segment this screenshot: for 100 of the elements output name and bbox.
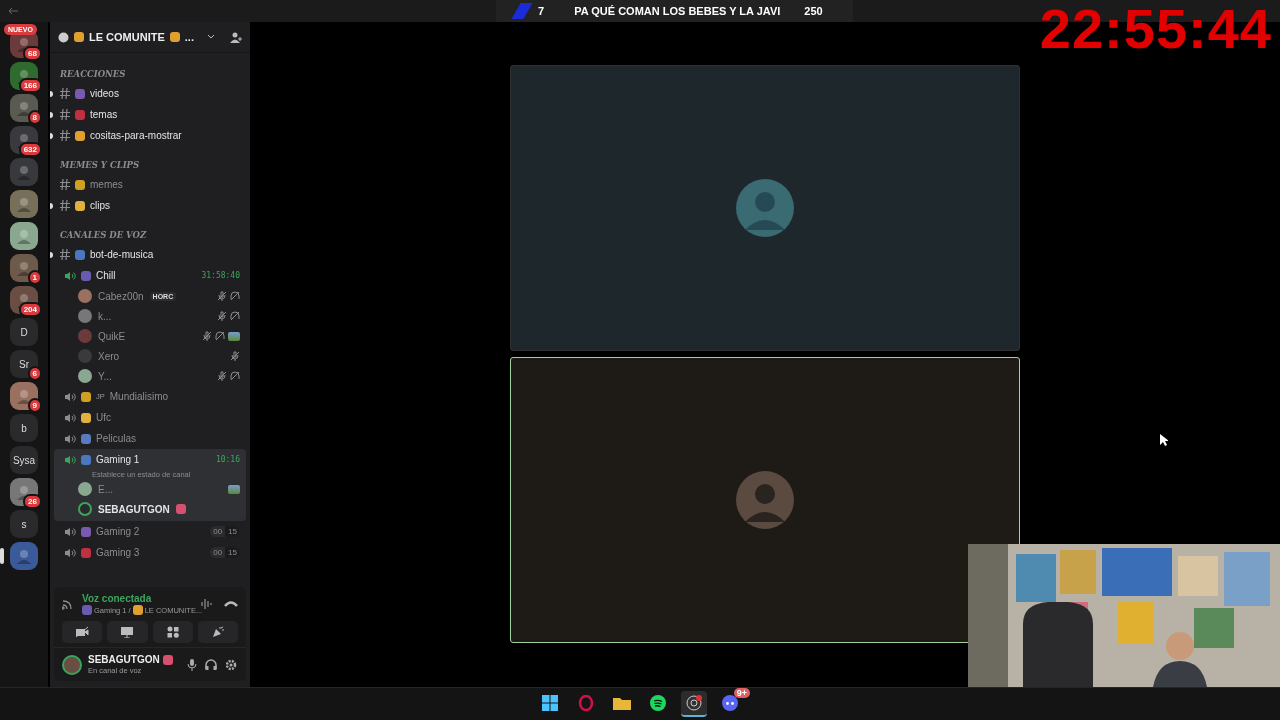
headphone-off-icon (230, 311, 240, 321)
headphone-off-icon (230, 291, 240, 301)
channel-name: temas (90, 109, 118, 120)
channel-name: bot-de-musica (90, 249, 154, 260)
hash-icon (60, 88, 70, 99)
server-icon[interactable]: Sysa (10, 446, 38, 474)
text-channel[interactable]: bot-de-musica (50, 244, 246, 265)
member-name: Y... (98, 370, 112, 382)
text-channel[interactable]: temas (50, 104, 246, 125)
monitor-icon (120, 626, 135, 638)
mic-off-icon (202, 331, 212, 341)
unread-badge: 166 (18, 78, 42, 93)
chevron-down-icon (207, 34, 215, 40)
speaker-icon (64, 270, 76, 281)
windows-icon (542, 695, 558, 711)
voice-member[interactable]: k... (54, 306, 246, 326)
voice-channel[interactable]: Ufc (54, 407, 246, 428)
voice-member[interactable]: SEBAGUTGON (54, 499, 246, 519)
voice-channel[interactable]: Gaming 2 00 15 (54, 521, 246, 542)
call-timer: 10:16 (215, 455, 240, 464)
video-tile[interactable] (509, 65, 1020, 351)
camera-off-icon (75, 626, 90, 638)
voice-channel[interactable]: Peliculas (54, 428, 246, 449)
channel-name: Mundialisimo (109, 391, 169, 402)
mic-off-icon (230, 351, 240, 361)
server-icon[interactable] (10, 382, 38, 410)
hash-icon (60, 200, 70, 211)
speaker-icon (64, 547, 76, 558)
user-count: 00 15 (210, 526, 240, 537)
user-avatar[interactable] (62, 654, 82, 675)
server-icon[interactable] (10, 94, 38, 122)
server-icon[interactable]: b (10, 414, 38, 442)
voice-channel[interactable]: Gaming 3 00 15 (54, 542, 246, 563)
member-name: SEBAGUTGON (98, 503, 170, 515)
activities-button[interactable] (152, 621, 193, 643)
unread-badge: 204 (18, 302, 42, 317)
mic-off-icon (217, 311, 227, 321)
channel-name: videos (90, 88, 119, 99)
screen-share-button[interactable] (107, 621, 148, 643)
back-arrow-icon[interactable] (8, 7, 18, 15)
hash-icon (60, 130, 70, 141)
voice-member[interactable]: Y... (54, 366, 246, 386)
user-avatar (734, 470, 795, 530)
hash-icon (60, 249, 70, 260)
voice-member[interactable]: Xero (54, 346, 246, 366)
server-icon[interactable] (10, 222, 38, 250)
voice-member[interactable]: E... (54, 479, 246, 499)
channel-name: Ufc (96, 412, 111, 423)
hang-up-icon[interactable] (224, 599, 238, 609)
server-icon[interactable]: D (10, 318, 38, 346)
hash-icon (60, 179, 70, 190)
category-label[interactable]: MEMES Y CLIPS (60, 160, 140, 170)
obs-icon (686, 695, 702, 711)
channel-name: Gaming 1 (96, 454, 140, 465)
soundboard-button[interactable] (197, 621, 238, 643)
user-count: 00 15 (210, 547, 240, 558)
speaker-icon (64, 412, 76, 423)
speaker-icon (64, 526, 76, 537)
discord-icon (721, 695, 739, 711)
camera-button[interactable] (62, 621, 103, 643)
text-channel[interactable]: clips (50, 195, 246, 216)
taskbar-app-button[interactable] (681, 691, 707, 717)
unread-badge: 632 (18, 142, 42, 157)
clock-overlay: 22:55:44 (1039, 0, 1272, 60)
voice-channel[interactable]: Gaming 1 10:16 (54, 449, 246, 470)
settings-button[interactable] (224, 658, 238, 671)
hash-icon (60, 109, 70, 120)
mouse-cursor-icon (1160, 434, 1168, 446)
member-name: QuikE (98, 330, 126, 342)
server-icon[interactable] (10, 190, 38, 218)
category-label[interactable]: REACCIONES (60, 69, 126, 79)
name-ellipsis: ... (184, 31, 194, 43)
speaker-icon (64, 433, 76, 444)
server-header[interactable]: LE COMUNITE ... (50, 22, 250, 53)
sound-wave-icon[interactable] (200, 598, 212, 610)
category-label[interactable]: CANALES DE VOZ (60, 230, 147, 240)
headphone-off-icon (215, 331, 225, 341)
voice-channel[interactable]: Chill 31:58:40 (54, 265, 246, 286)
microphone-button[interactable] (186, 658, 198, 671)
voice-member[interactable]: QuikE (54, 326, 246, 346)
member-name: E... (98, 483, 113, 495)
call-timer: 31:58:40 (201, 271, 240, 280)
channel-name: Gaming 2 (96, 526, 140, 537)
headphones-button[interactable] (204, 658, 218, 671)
channel-name: clips (90, 200, 110, 211)
add-user-icon[interactable] (230, 31, 242, 43)
server-icon[interactable]: s (10, 510, 38, 538)
speaker-icon (64, 391, 76, 402)
text-channel[interactable]: videos (50, 83, 246, 104)
shapes-icon (166, 626, 179, 638)
notification-badge: 9+ (733, 688, 750, 698)
match-title: PA QUÉ COMAN LOS BEBES Y LA JAVI (574, 5, 781, 17)
connection-status[interactable]: Voz conectada (82, 593, 194, 604)
avatar-icon (16, 228, 32, 244)
points: 250 (804, 5, 823, 17)
member-name: Xero (98, 350, 120, 362)
user-avatar (734, 178, 795, 238)
username: SEBAGUTGON (88, 654, 160, 665)
text-channel[interactable]: cositas-para-mostrar (50, 125, 246, 146)
text-channel[interactable]: memes (50, 174, 246, 195)
